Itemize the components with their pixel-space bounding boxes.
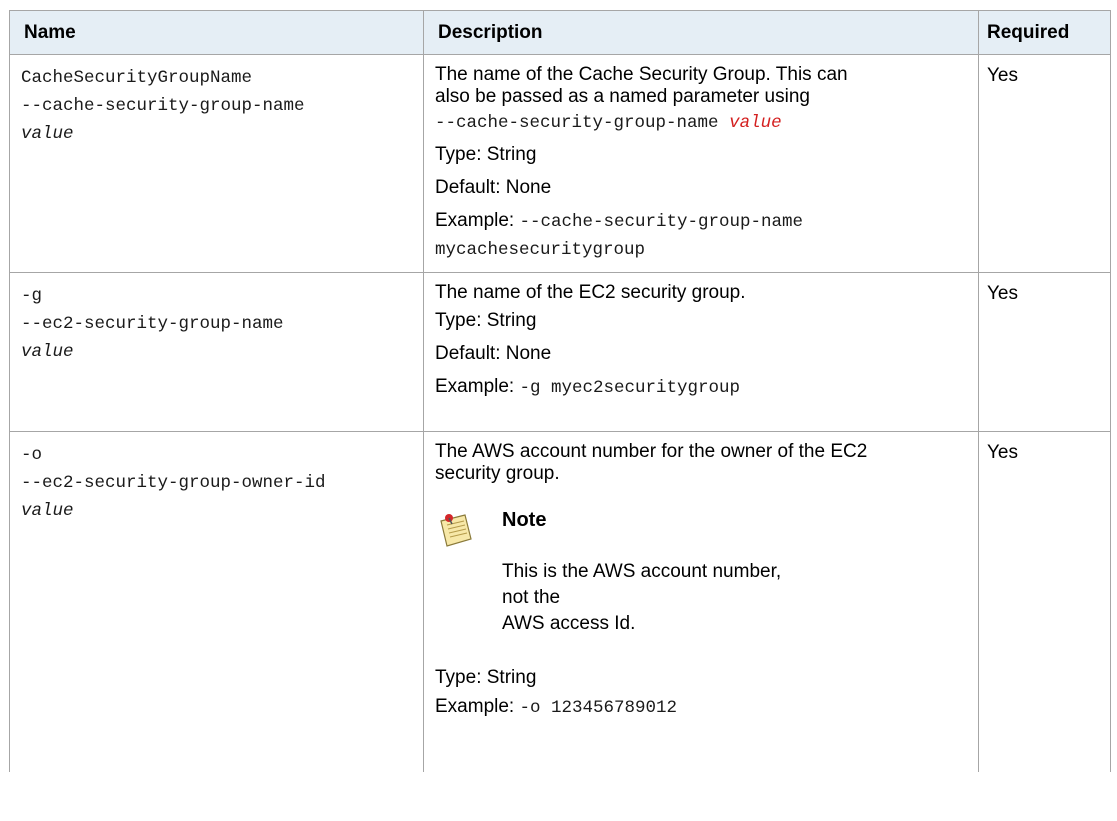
table-header-row: Name Description Required (9, 10, 1111, 55)
param-name-cell: -g --ec2-security-group-name value (9, 272, 424, 432)
header-description: Description (423, 10, 979, 55)
table-row: CacheSecurityGroupName --cache-security-… (9, 54, 1111, 273)
required-cell: Yes (978, 54, 1111, 273)
example-code-continued: mycachesecuritygroup (435, 240, 646, 260)
parameters-table: Name Description Required CacheSecurityG… (9, 10, 1111, 772)
description-text: The name of the Cache Security Group. Th… (435, 64, 848, 107)
example-line: Example: -g myec2securitygroup (435, 376, 741, 398)
table-row: -g --ec2-security-group-name value The n… (9, 272, 1111, 432)
param-description-cell: The name of the EC2 security group. Type… (423, 272, 979, 432)
example-code: -g myec2securitygroup (519, 378, 741, 398)
default-text: Default: None (435, 177, 552, 198)
example-code: -o 123456789012 (519, 698, 678, 718)
param-long-flag: --ec2-security-group-name (21, 314, 284, 334)
example-line: Example: --cache-security-group-name (435, 210, 804, 232)
param-description-cell: The name of the Cache Security Group. Th… (423, 54, 979, 273)
named-parameter-value: value (729, 113, 782, 133)
param-short-flag: -o (21, 445, 43, 465)
type-text: Type: String (435, 667, 537, 688)
param-short-flag: -g (21, 286, 43, 306)
table-row: -o --ec2-security-group-owner-id value T… (9, 431, 1111, 772)
param-value-placeholder: value (21, 501, 74, 521)
param-description-cell: The AWS account number for the owner of … (423, 431, 979, 772)
param-long-flag: --cache-security-group-name (21, 96, 305, 116)
note-title: Note (502, 509, 547, 531)
note-callout: Note This is the AWS account number, not… (435, 505, 969, 661)
param-name-cell: -o --ec2-security-group-owner-id value (9, 431, 424, 772)
param-value-placeholder: value (21, 342, 74, 362)
named-parameter-code: --cache-security-group-name value (435, 113, 782, 133)
param-name: CacheSecurityGroupName (21, 68, 253, 88)
type-text: Type: String (435, 144, 537, 165)
default-text: Default: None (435, 343, 552, 364)
note-text: This is the AWS account number, not the … (502, 561, 782, 634)
header-name: Name (9, 10, 424, 55)
note-icon (440, 514, 472, 547)
description-text: The AWS account number for the owner of … (435, 441, 868, 484)
param-value-placeholder: value (21, 124, 74, 144)
header-required: Required (978, 10, 1111, 55)
example-code: --cache-security-group-name (519, 212, 804, 232)
description-text: The name of the EC2 security group. (435, 282, 746, 303)
param-name-cell: CacheSecurityGroupName --cache-security-… (9, 54, 424, 273)
required-cell: Yes (978, 272, 1111, 432)
example-line: Example: -o 123456789012 (435, 696, 678, 718)
param-long-flag: --ec2-security-group-owner-id (21, 473, 326, 493)
type-text: Type: String (435, 310, 537, 331)
required-cell: Yes (978, 431, 1111, 772)
